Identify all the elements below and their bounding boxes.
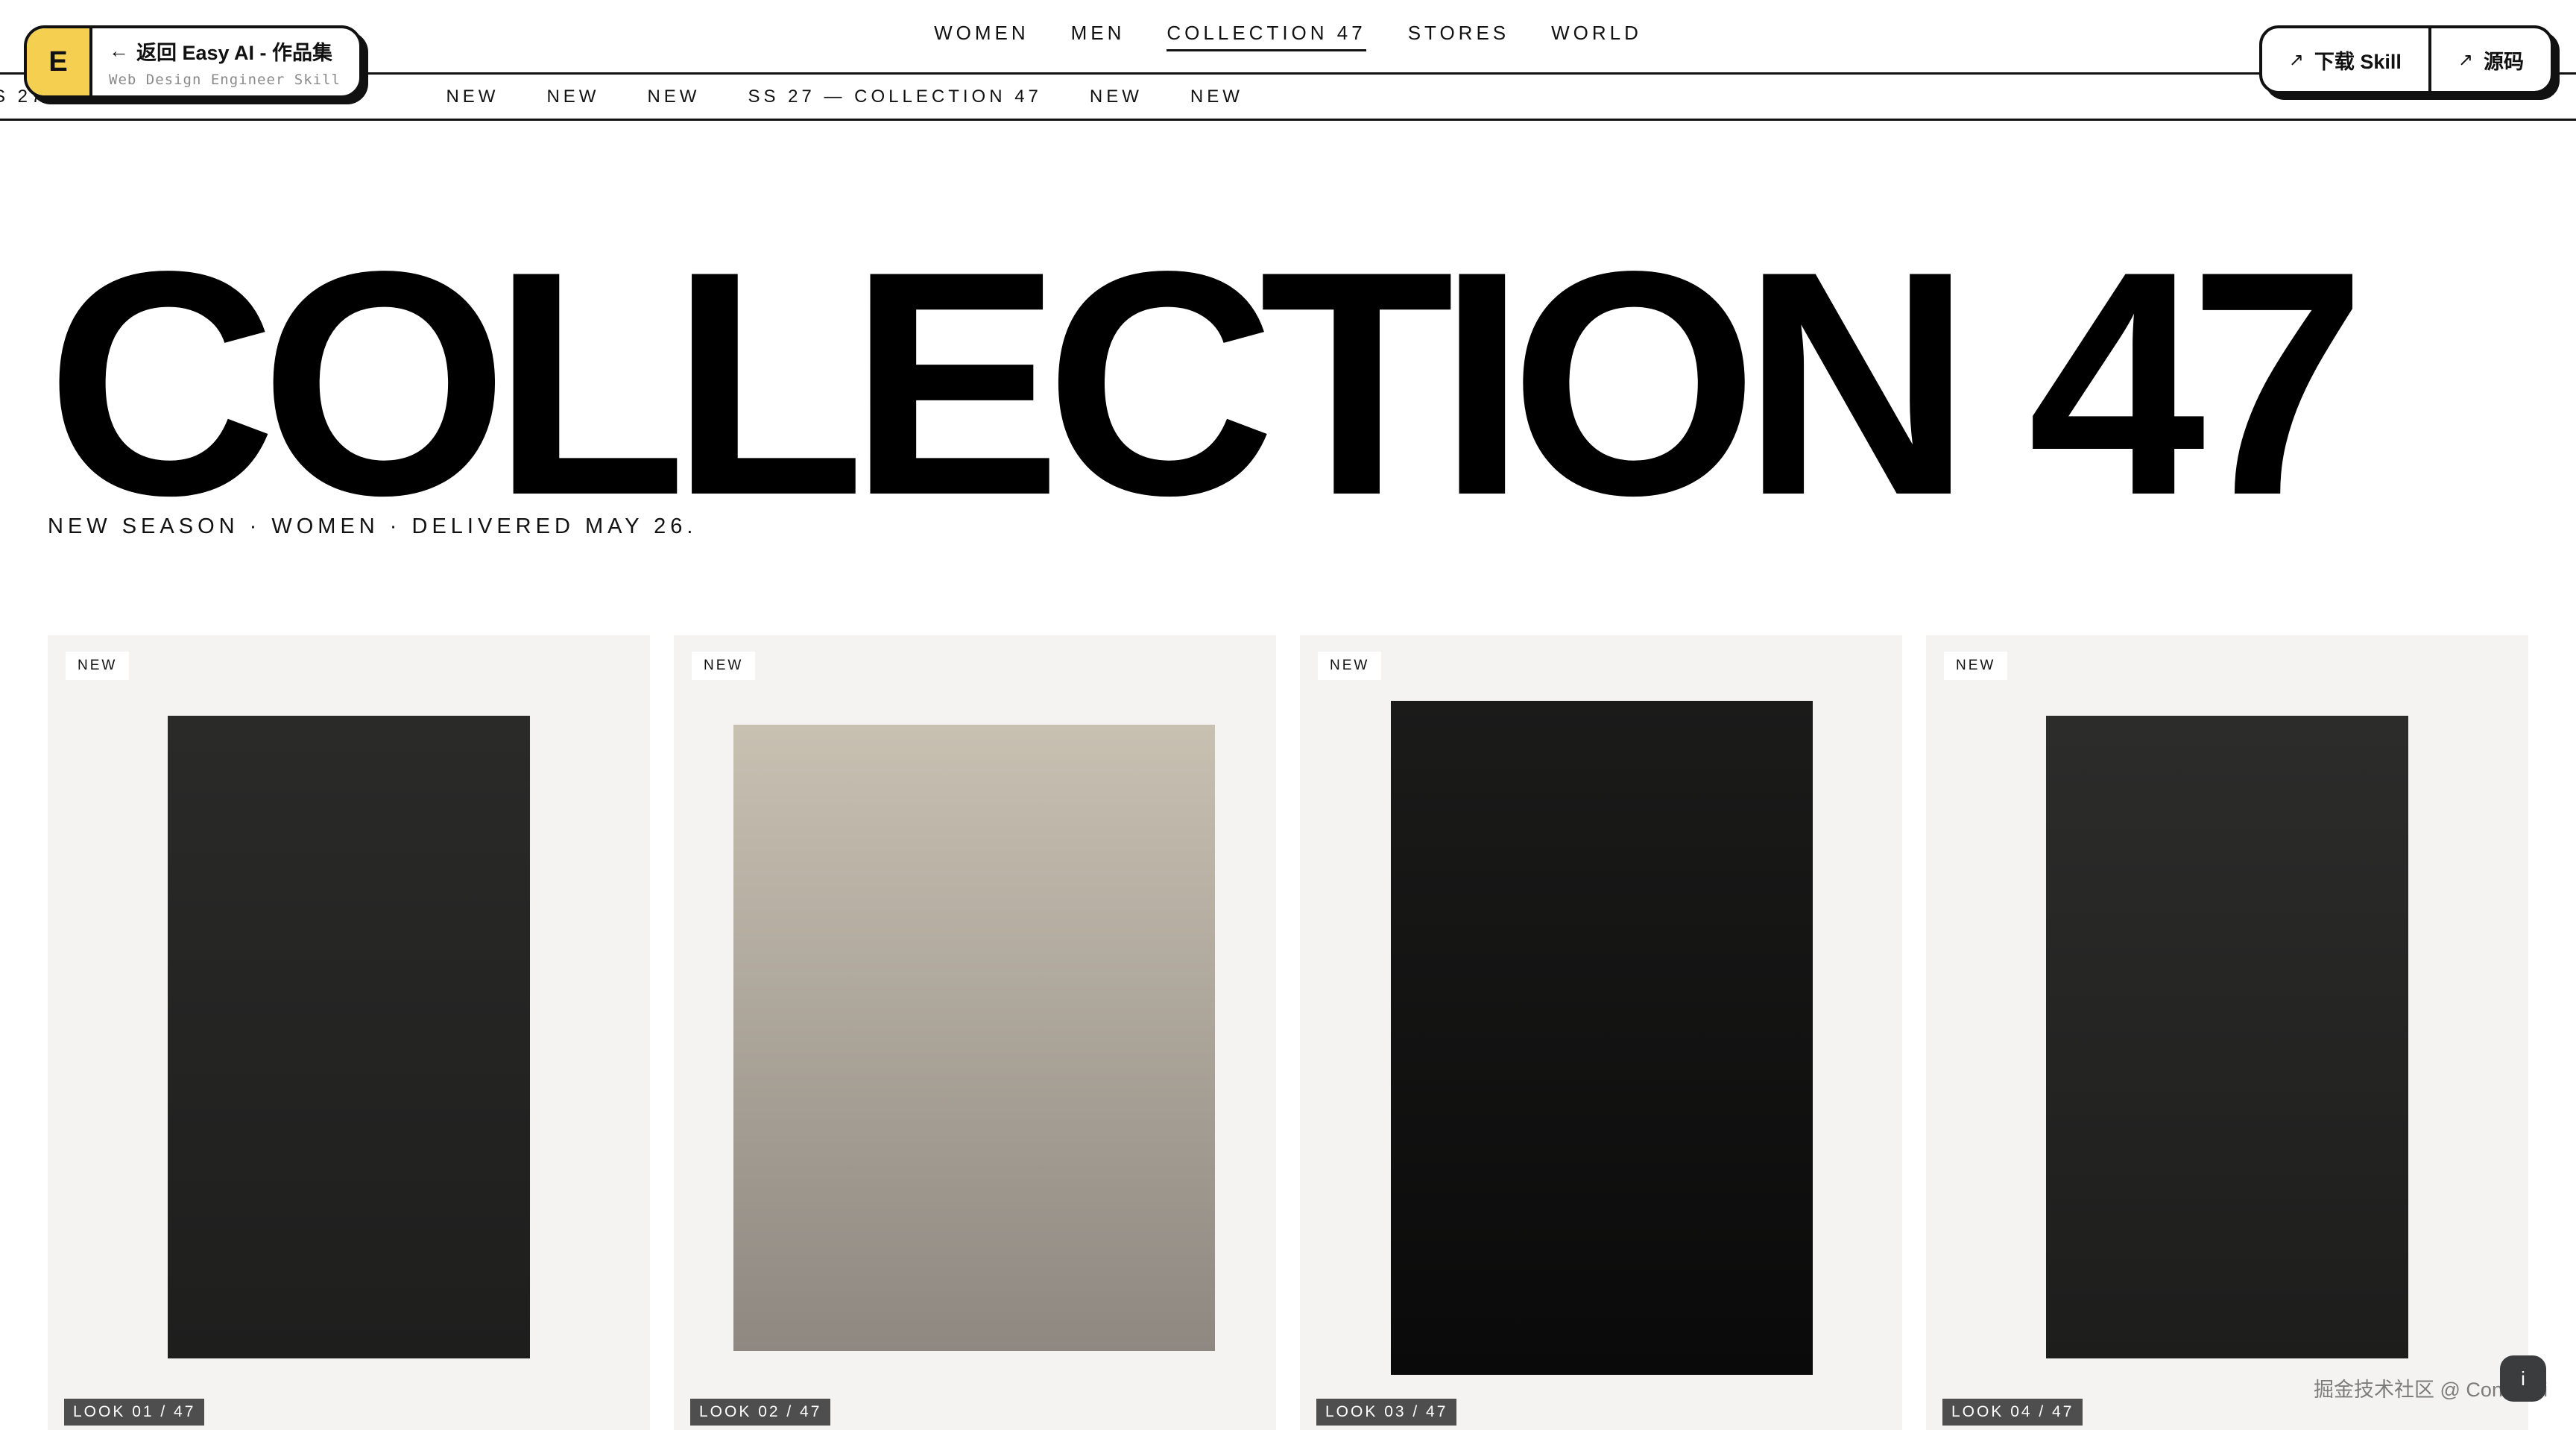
hero-title: COLLECTION 47 [46, 205, 2367, 561]
source-code-button[interactable]: ↗ 源码 [2428, 28, 2551, 91]
product-card[interactable]: NEW LOOK 04 / 47 [1926, 635, 2528, 1430]
nav-link-women[interactable]: WOMEN [934, 22, 1029, 51]
arrow-left-icon: ← [109, 39, 129, 62]
look-label: LOOK 03 / 47 [1316, 1399, 1457, 1426]
arrow-up-right-icon: ↗ [2288, 49, 2304, 70]
look-label: LOOK 02 / 47 [690, 1399, 831, 1426]
ticker-item: NEW [1089, 86, 1143, 107]
product-image [733, 725, 1215, 1351]
badge-title-label: 返回 Easy AI - 作品集 [136, 41, 333, 64]
arrow-up-right-icon: ↗ [2457, 49, 2473, 70]
product-card[interactable]: NEW LOOK 02 / 47 [674, 635, 1276, 1430]
nav-link-world[interactable]: WORLD [1551, 22, 1642, 51]
product-card[interactable]: NEW LOOK 03 / 47 [1300, 635, 1902, 1430]
new-badge: NEW [66, 652, 130, 680]
nav-link-men[interactable]: MEN [1071, 22, 1126, 51]
ticker-item: NEW [546, 86, 600, 107]
top-actions: ↗ 下载 Skill ↗ 源码 [2258, 25, 2554, 94]
download-skill-button[interactable]: ↗ 下载 Skill [2262, 28, 2428, 91]
product-image [1391, 701, 1813, 1375]
source-code-label: 源码 [2484, 50, 2524, 73]
page: WOMEN MEN COLLECTION 47 STORES WORLD SS … [0, 0, 2576, 1430]
product-image [168, 716, 530, 1358]
new-badge: NEW [1944, 652, 2008, 680]
easy-ai-logo: E [27, 28, 92, 95]
nav-link-stores[interactable]: STORES [1408, 22, 1509, 51]
info-fab-icon[interactable]: i [2500, 1355, 2546, 1402]
badge-text: ← 返回 Easy AI - 作品集 Web Design Engineer S… [92, 28, 357, 95]
nav-link-collection-47[interactable]: COLLECTION 47 [1167, 22, 1366, 51]
back-to-portfolio-button[interactable]: E ← 返回 Easy AI - 作品集 Web Design Engineer… [24, 25, 362, 98]
new-badge: NEW [1318, 652, 1382, 680]
download-skill-label: 下载 Skill [2314, 50, 2402, 73]
badge-title: ← 返回 Easy AI - 作品集 [109, 37, 341, 66]
nav-links: WOMEN MEN COLLECTION 47 STORES WORLD [934, 22, 1642, 51]
announcement-ticker: SS 27 — COLLECTION 47 NEW NEW NEW SS 27 … [0, 75, 2576, 121]
ticker-item: NEW [446, 86, 499, 107]
product-card[interactable]: NEW LOOK 01 / 47 [48, 635, 650, 1430]
look-label: LOOK 04 / 47 [1942, 1399, 2083, 1426]
product-grid: NEW LOOK 01 / 47 NEW LOOK 02 / 47 NEW LO… [48, 635, 2528, 1430]
badge-subtitle: Web Design Engineer Skill [109, 71, 341, 88]
hero-subtitle: NEW SEASON · WOMEN · DELIVERED MAY 26. [48, 514, 698, 538]
ticker-item: NEW [1190, 86, 1243, 107]
ticker-item: NEW [647, 86, 701, 107]
look-label: LOOK 01 / 47 [64, 1399, 205, 1426]
product-image [2046, 716, 2408, 1358]
new-badge: NEW [692, 652, 756, 680]
ticker-item: SS 27 — COLLECTION 47 [748, 86, 1042, 107]
top-nav: WOMEN MEN COLLECTION 47 STORES WORLD [0, 0, 2576, 75]
